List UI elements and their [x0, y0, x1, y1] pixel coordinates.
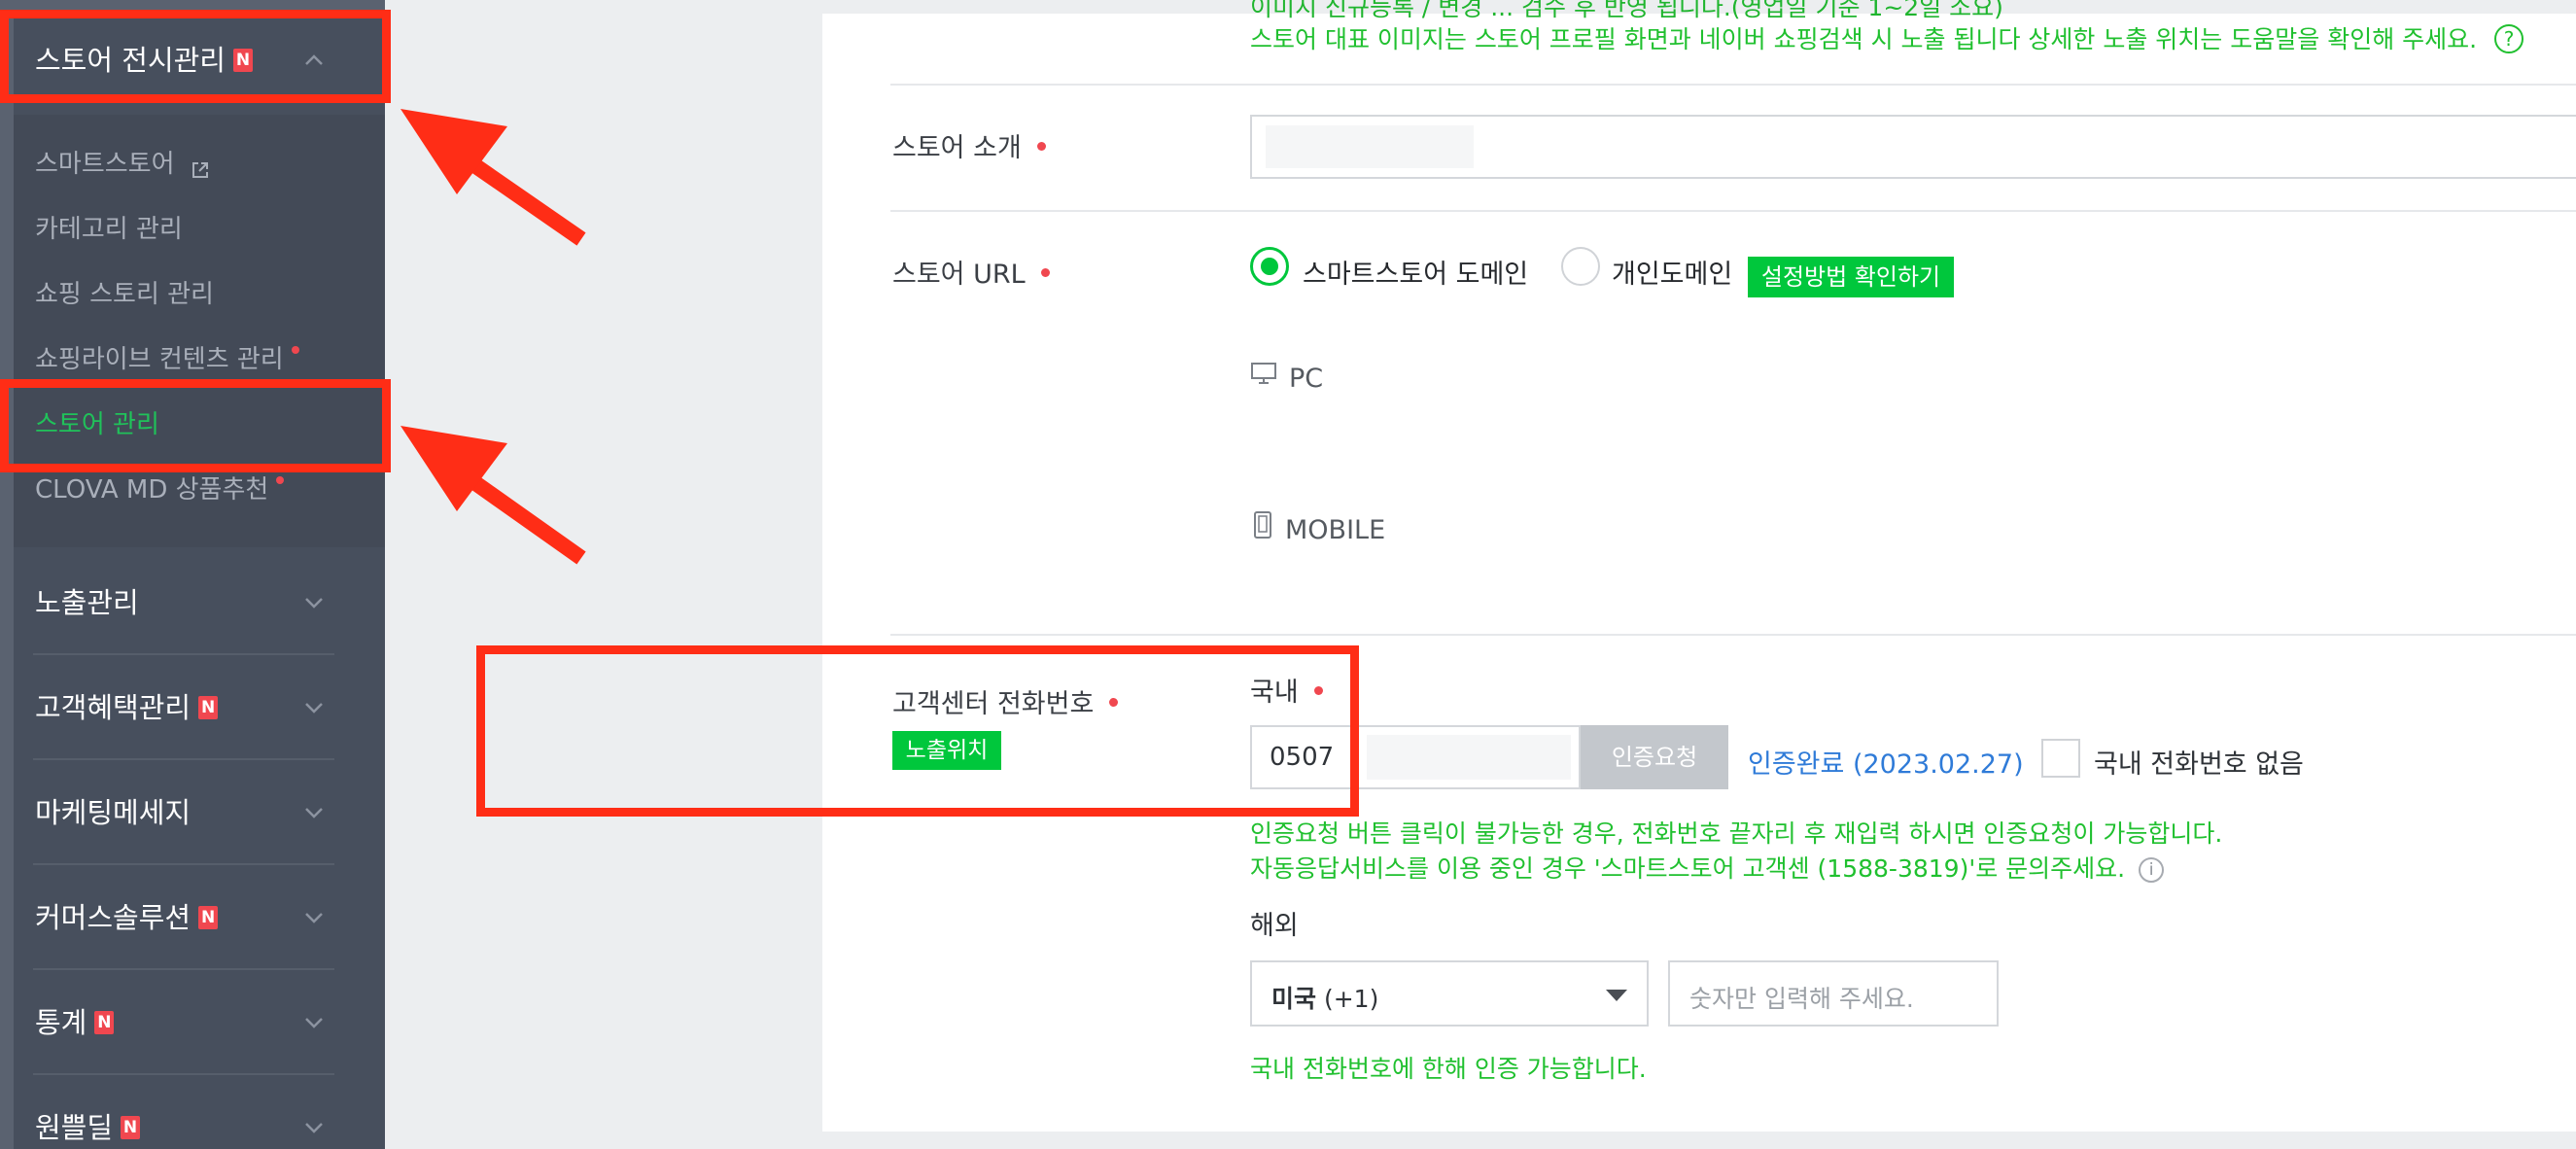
chevron-down-icon [303, 871, 325, 964]
highlight-box-cs-phone [476, 645, 1359, 817]
store-url-label: 스토어 URL [892, 253, 1050, 291]
no-domestic-checkbox[interactable] [2041, 739, 2080, 778]
new-badge: N [121, 1116, 141, 1139]
sidebar-section-marketing[interactable]: 마케팅메세지 [14, 766, 385, 859]
dropdown-caret-icon [1606, 990, 1627, 1001]
sidebar-section-benefits[interactable]: 고객혜택관리 N [14, 661, 385, 754]
redacted-region [1266, 125, 1474, 168]
redacted-region [1367, 735, 1571, 780]
new-badge: N [198, 906, 219, 929]
chevron-down-icon [303, 661, 325, 754]
setup-guide-button[interactable]: 설정방법 확인하기 [1748, 257, 1954, 297]
verify-help-note: 인증요청 버튼 클릭이 불가능한 경우, 전화번호 끝자리 후 재입력 하시면 … [1250, 819, 2223, 848]
main-area: 이미지 신규등록 / 변경 ... 검수 후 반영 됩니다.(영업일 기준 1~… [385, 0, 2576, 1149]
sidebar-divider [33, 863, 334, 865]
sidebar-section-oneplus[interactable]: 원쁠딜 N [14, 1081, 385, 1149]
row-divider [890, 634, 2576, 636]
new-badge: N [94, 1011, 115, 1034]
sidebar-item-smartstore[interactable]: 스마트스토어 [35, 145, 210, 184]
sidebar-divider [33, 653, 334, 655]
new-dot [291, 346, 299, 354]
country-select[interactable]: 미국 (+1) [1250, 960, 1649, 1027]
ars-help-note: 자동응답서비스를 이용 중인 경우 '스마트스토어 고객센 (1588-3819… [1250, 850, 2165, 885]
pc-monitor-icon [1250, 362, 1277, 392]
chevron-down-icon [303, 556, 325, 649]
sidebar: 스토어 전시관리 N 스마트스토어 카테고리 관리 쇼핑 스토리 관리 쇼핑라이브… [0, 0, 385, 1149]
highlight-box-store-manage [0, 379, 391, 472]
screenshot-stage: 스토어 전시관리 N 스마트스토어 카테고리 관리 쇼핑 스토리 관리 쇼핑라이브… [0, 0, 2576, 1149]
required-dot [1036, 142, 1046, 151]
chevron-down-icon [303, 1081, 325, 1149]
chevron-down-icon [303, 766, 325, 859]
new-badge: N [198, 696, 219, 719]
sidebar-item-shopping-story[interactable]: 쇼핑 스토리 관리 [35, 275, 214, 314]
store-intro-label: 스토어 소개 [892, 126, 1046, 164]
overseas-note: 국내 전화번호에 한해 인증 가능합니다. [1250, 1055, 1647, 1083]
sidebar-section-exposure[interactable]: 노출관리 [14, 556, 385, 649]
personal-domain-radio[interactable] [1561, 247, 1600, 286]
smartstore-domain-label[interactable]: 스마트스토어 도메인 [1303, 253, 1528, 291]
sidebar-divider [33, 1073, 334, 1075]
chevron-down-icon [303, 976, 325, 1069]
row-divider [890, 84, 2576, 86]
info-icon[interactable]: i [2139, 857, 2165, 883]
smartstore-domain-radio[interactable] [1250, 247, 1289, 286]
mobile-phone-icon [1252, 510, 1273, 546]
mobile-url-row: MOBILE [1252, 510, 1385, 549]
required-dot [1040, 268, 1050, 277]
row-divider [890, 210, 2576, 212]
personal-domain-label[interactable]: 개인도메인 [1612, 253, 1732, 291]
pc-url-row: PC [1250, 362, 1323, 395]
sidebar-divider [33, 968, 334, 970]
sidebar-item-clova-md[interactable]: CLOVA MD 상품추천 [35, 470, 285, 509]
external-link-icon [191, 153, 210, 178]
verified-status: 인증완료 (2023.02.27) [1748, 749, 2024, 780]
no-domestic-label[interactable]: 국내 전화번호 없음 [2094, 743, 2304, 781]
highlight-box-store-display [0, 10, 391, 103]
sidebar-section-commerce[interactable]: 커머스솔루션 N [14, 871, 385, 964]
sidebar-item-shopping-live[interactable]: 쇼핑라이브 컨텐츠 관리 [35, 340, 299, 379]
overseas-phone-input[interactable]: 숫자만 입력해 주세요. [1668, 960, 1999, 1027]
sidebar-frame-left [0, 0, 14, 1149]
sidebar-subpanel: 스마트스토어 카테고리 관리 쇼핑 스토리 관리 쇼핑라이브 컨텐츠 관리 스토… [14, 115, 385, 547]
verify-request-button[interactable]: 인증요청 [1581, 725, 1728, 789]
sidebar-item-category[interactable]: 카테고리 관리 [35, 210, 183, 249]
help-icon[interactable]: ? [2494, 24, 2524, 53]
sidebar-divider [33, 758, 334, 760]
sidebar-section-stats[interactable]: 통계 N [14, 976, 385, 1069]
new-dot [276, 476, 285, 484]
store-image-note: 스토어 대표 이미지는 스토어 프로필 화면과 네이버 쇼핑검색 시 노출 됩니… [1250, 20, 2524, 55]
content-panel: 이미지 신규등록 / 변경 ... 검수 후 반영 됩니다.(영업일 기준 1~… [822, 0, 2576, 1132]
overseas-label: 해외 [1250, 911, 1299, 941]
